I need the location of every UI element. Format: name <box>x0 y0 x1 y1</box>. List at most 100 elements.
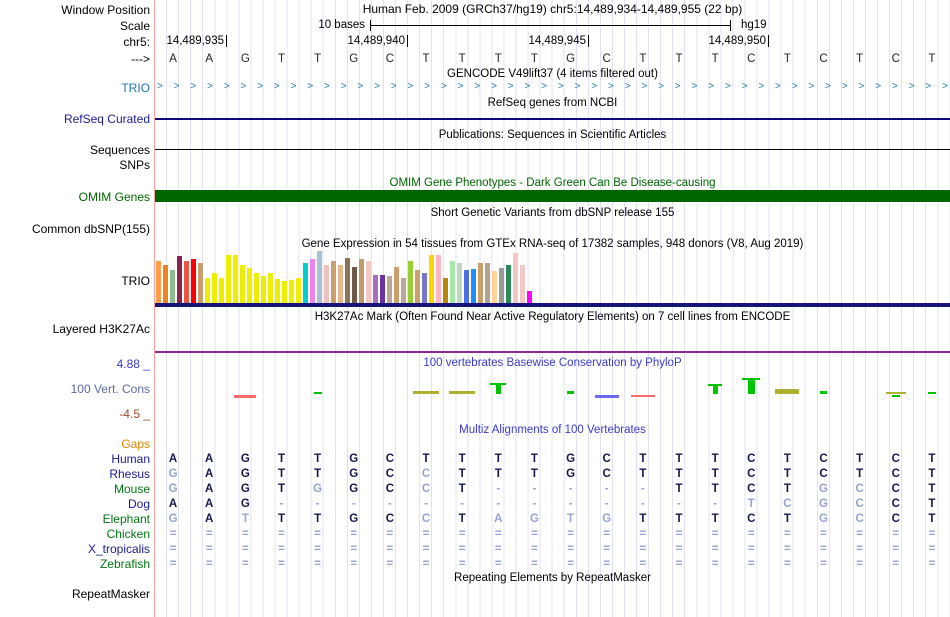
alignment-base: G <box>240 468 250 480</box>
gtex-gene-label-trio[interactable]: TRIO <box>0 274 150 288</box>
base-letter: T <box>458 53 466 65</box>
alignment-base: = <box>205 558 213 570</box>
alignment-base: C <box>855 498 864 510</box>
alignment-base: - <box>568 498 573 510</box>
gtex-tissue-bar <box>366 261 371 303</box>
alignment-base: T <box>783 483 791 495</box>
base-letter: T <box>639 53 647 65</box>
alignment-base: T <box>639 468 647 480</box>
alignment-base: A <box>205 468 214 480</box>
gencode-track-header: GENCODE V49lift37 (4 items filtered out) <box>447 68 658 80</box>
alignment-base: T <box>711 468 719 480</box>
publications-sequences-label[interactable]: Sequences <box>0 143 150 157</box>
alignment-base: = <box>892 543 900 555</box>
gtex-tissue-bar <box>191 259 196 303</box>
strand-arrow-glyph: > <box>357 81 364 92</box>
scale-label: Scale <box>119 19 150 33</box>
alignment-base: G <box>566 453 576 465</box>
alignment-base: = <box>314 543 321 555</box>
repeatmasker-label[interactable]: RepeatMasker <box>0 587 150 601</box>
base-letter: T <box>711 53 719 65</box>
gtex-tissue-bar <box>422 273 427 303</box>
alignment-species-label[interactable]: Mouse <box>0 482 150 496</box>
alignment-base: A <box>205 513 214 525</box>
refseq-curated-label[interactable]: RefSeq Curated <box>0 112 150 126</box>
alignment-base: = <box>784 558 791 570</box>
gtex-tissue-bar <box>156 261 161 303</box>
alignment-base: T <box>494 468 502 480</box>
alignment-base: - <box>568 483 573 495</box>
alignment-base: G <box>168 468 178 480</box>
publications-item-line[interactable] <box>155 149 950 150</box>
layered-h3k27ac-label[interactable]: Layered H3K27Ac <box>0 322 150 336</box>
gtex-tissue-bar <box>380 275 385 303</box>
alignment-base: = <box>928 558 936 570</box>
alignment-species-label[interactable]: Chicken <box>0 527 150 541</box>
omim-genes-label[interactable]: OMIM Genes <box>0 190 150 204</box>
alignment-base: = <box>928 528 936 540</box>
phylop-mark <box>594 395 619 398</box>
alignment-base: G <box>240 453 250 465</box>
alignment-base: = <box>531 543 538 555</box>
omim-gene-bar[interactable] <box>155 190 950 202</box>
base-letter: A <box>169 53 177 65</box>
gtex-tissue-bar <box>492 271 497 303</box>
alignment-base: G <box>240 483 250 495</box>
gtex-tissue-bar <box>317 251 322 303</box>
alignment-base: = <box>711 528 719 540</box>
ruler-position-label: 14,489,940 <box>347 35 408 47</box>
alignment-species-label[interactable]: Rhesus <box>0 467 150 481</box>
alignment-base: = <box>820 528 827 540</box>
strand-arrow-glyph: > <box>457 81 464 92</box>
alignment-species-label[interactable]: Elephant <box>0 512 150 526</box>
strand-arrow-glyph: > <box>424 81 431 92</box>
common-dbsnp-label[interactable]: Common dbSNP(155) <box>0 222 150 236</box>
gtex-tissue-bar <box>198 263 203 303</box>
base-letter: G <box>349 53 359 65</box>
alignment-base: - <box>496 498 501 510</box>
alignment-base: T <box>458 483 466 495</box>
strand-arrow-glyph: > <box>925 81 932 92</box>
alignment-base: T <box>675 468 683 480</box>
phylop-mark <box>234 395 257 398</box>
gtex-tissue-bar <box>254 273 259 303</box>
alignment-base: C <box>855 483 864 495</box>
alignment-base: = <box>928 543 936 555</box>
alignment-base: = <box>422 528 430 540</box>
phylop-track-label[interactable]: 100 Vert. Cons <box>0 382 150 396</box>
alignment-species-label[interactable]: Dog <box>0 497 150 511</box>
gtex-tissue-bar <box>233 255 238 303</box>
alignment-base: - <box>460 498 465 510</box>
alignment-base: = <box>747 528 755 540</box>
alignment-base: C <box>891 468 900 480</box>
gtex-baseline-bar <box>155 303 950 307</box>
strand-arrow-glyph: > <box>340 81 347 92</box>
gtex-tissue-bar <box>415 270 420 303</box>
alignment-species-label[interactable]: X_tropicalis <box>0 542 150 556</box>
strand-arrow-glyph: > <box>891 81 898 92</box>
genome-browser-image[interactable]: Window Position Human Feb. 2009 (GRCh37/… <box>0 0 950 617</box>
snps-track-label[interactable]: SNPs <box>0 158 150 172</box>
alignment-base: G <box>529 513 539 525</box>
strand-arrow-glyph: > <box>440 81 447 92</box>
base-letter: T <box>928 53 936 65</box>
gencode-gene-strand-arrows[interactable]: > > > > > > > > > > > > > > > > > > > > > > > > > > > > > > > > > > > > > > > >… <box>157 81 948 93</box>
gencode-gene-label-trio[interactable]: TRIO <box>0 81 150 95</box>
alignment-species-label[interactable]: Human <box>0 452 150 466</box>
strand-arrow-glyph: > <box>541 81 548 92</box>
strand-arrow-glyph: > <box>658 81 664 92</box>
alignment-species-label[interactable]: Gaps <box>0 437 150 451</box>
alignment-base: = <box>314 558 321 570</box>
alignment-base: T <box>928 498 936 510</box>
strand-arrow-glyph: > <box>507 81 514 92</box>
alignment-base: G <box>819 498 828 510</box>
alignment-species-label[interactable]: Zebrafish <box>0 557 150 571</box>
alignment-base: - <box>424 498 428 510</box>
alignment-base: T <box>675 483 683 495</box>
refseq-gene-line[interactable] <box>155 118 950 120</box>
alignment-base: T <box>458 468 466 480</box>
strand-arrow-glyph: > <box>574 81 581 92</box>
alignment-base: G <box>819 483 828 495</box>
alignment-base: T <box>711 483 719 495</box>
alignment-base: T <box>314 453 322 465</box>
